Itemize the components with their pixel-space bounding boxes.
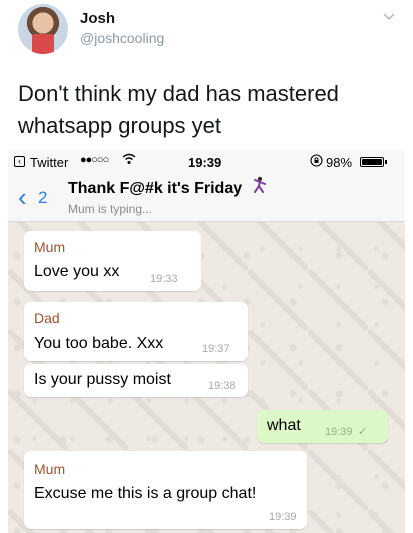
message-bubble[interactable]: Dad You too babe. Xxx 19:37 [24, 302, 248, 361]
tweet-user-handle[interactable]: @joshcooling [80, 30, 164, 46]
message-text: You too babe. Xxx [34, 335, 164, 352]
battery-fill [362, 159, 382, 165]
status-bar: ‹ Twitter ●●○○○ 19:39 98% [8, 150, 405, 174]
message-text: Excuse me this is a group chat! [34, 485, 257, 502]
back-chevron-icon[interactable]: ‹ [18, 184, 27, 210]
wifi-icon [122, 153, 136, 164]
typing-indicator: Mum is typing... [68, 202, 153, 216]
message-bubble[interactable]: Mum Love you xx 19:33 [24, 231, 201, 291]
back-unread-count[interactable]: 2 [38, 188, 47, 208]
message-sender: Mum [34, 461, 66, 477]
chat-header: ‹ 2 Thank F@#k it's Friday Mum is typing… [8, 174, 405, 222]
chevron-down-icon[interactable] [383, 10, 395, 22]
read-tick-icon: ✓ [358, 426, 368, 438]
rotation-lock-icon [310, 154, 323, 167]
signal-strength: ●●○○○ [80, 154, 109, 166]
message-time: 19:37 [202, 343, 230, 355]
message-time: 19:39 [325, 426, 353, 438]
message-bubble[interactable]: Is your pussy moist 19:38 [24, 364, 248, 397]
message-time: 19:33 [150, 273, 178, 285]
message-text: Love you xx [34, 263, 120, 280]
message-text: Is your pussy moist [34, 371, 171, 388]
group-title[interactable]: Thank F@#k it's Friday [68, 180, 242, 198]
tweet-text: Don't think my dad has mastered whatsapp… [18, 81, 339, 138]
avatar-shirt [32, 34, 54, 54]
status-time: 19:39 [188, 155, 222, 170]
message-time: 19:39 [269, 511, 297, 523]
whatsapp-screenshot: ‹ Twitter ●●○○○ 19:39 98% ‹ 2 Thank F@#k… [8, 150, 405, 533]
message-sender: Dad [34, 310, 60, 326]
back-to-app-icon[interactable]: ‹ [14, 156, 25, 167]
message-bubble-outgoing[interactable]: what 19:39 ✓ [257, 410, 388, 443]
message-bubble[interactable]: Mum Excuse me this is a group chat! 19:3… [24, 451, 307, 529]
message-text: what [267, 417, 301, 434]
message-sender: Mum [34, 239, 66, 255]
message-time: 19:38 [208, 380, 236, 392]
battery-percent: 98% [326, 155, 353, 170]
battery-icon [360, 157, 387, 167]
tweet-user-name[interactable]: Josh [80, 10, 115, 27]
user-avatar[interactable] [18, 4, 68, 54]
back-app-label[interactable]: Twitter [30, 155, 68, 170]
dancer-emoji-icon [254, 176, 266, 193]
